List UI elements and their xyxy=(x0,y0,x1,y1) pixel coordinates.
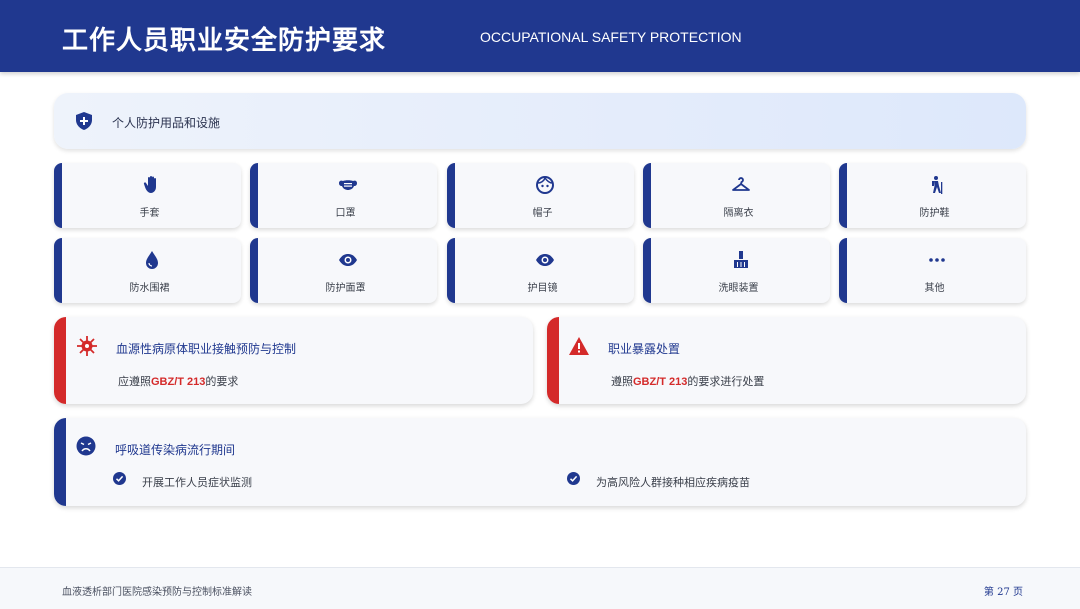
card-accent xyxy=(547,317,559,404)
header-bar: 工作人员职业安全防护要求 OCCUPATIONAL SAFETY PROTECT… xyxy=(0,0,1080,72)
hand-icon xyxy=(143,176,156,193)
tile-label: 帽子 xyxy=(532,208,553,219)
ppe-tile-goggles: 护目镜 xyxy=(447,238,634,303)
ppe-tile-face-shield: 防护面罩 xyxy=(250,238,437,303)
page-subtitle: OCCUPATIONAL SAFETY PROTECTION xyxy=(480,29,742,45)
ppe-tile-mask: 口罩 xyxy=(250,163,437,228)
ppe-tile-other: 其他 xyxy=(839,238,1026,303)
tile-label: 隔离衣 xyxy=(723,208,754,219)
exposure-title: 职业暴露处置 xyxy=(608,342,681,356)
tile-label: 口罩 xyxy=(335,208,356,219)
exposure-card: 职业暴露处置 遵照GBZ/T 213的要求进行处置 xyxy=(547,317,1026,404)
shield-plus-icon xyxy=(76,112,92,130)
ppe-section-title: 个人防护用品和设施 xyxy=(112,116,221,130)
tile-label: 防护面罩 xyxy=(325,283,366,294)
tile-label: 手套 xyxy=(139,208,160,219)
tile-label: 其他 xyxy=(924,283,945,294)
ppe-tile-shoes: 防护鞋 xyxy=(839,163,1026,228)
tile-label: 防水围裙 xyxy=(129,283,170,294)
sink-icon xyxy=(733,251,748,268)
respiratory-item: 开展工作人员症状监测 xyxy=(142,476,252,489)
footer-text: 血液透析部门医院感染预防与控制标准解读 xyxy=(62,587,252,598)
standard-code: GBZ/T 213 xyxy=(151,376,206,388)
water-drop-icon xyxy=(145,251,158,269)
virus-icon xyxy=(77,336,97,356)
respiratory-card: 呼吸道传染病流行期间 开展工作人员症状监测 为高风险人群接种相应疾病疫苗 xyxy=(54,418,1026,506)
card-accent xyxy=(54,317,66,404)
page-title: 工作人员职业安全防护要求 xyxy=(62,26,387,56)
respiratory-title: 呼吸道传染病流行期间 xyxy=(115,443,236,457)
page-number: 第 27 页 xyxy=(983,587,1023,598)
exposure-text: 遵照GBZ/T 213的要求进行处置 xyxy=(611,375,765,388)
respiratory-item: 为高风险人群接种相应疾病疫苗 xyxy=(596,476,750,489)
check-circle-icon xyxy=(113,472,126,485)
bloodborne-card: 血源性病原体职业接触预防与控制 应遵照GBZ/T 213的要求 xyxy=(54,317,533,404)
eye-icon xyxy=(535,254,554,266)
tile-label: 防护鞋 xyxy=(919,208,950,219)
bloodborne-title: 血源性病原体职业接触预防与控制 xyxy=(116,342,297,356)
standard-code: GBZ/T 213 xyxy=(633,376,688,388)
check-circle-icon xyxy=(567,472,580,485)
ppe-tile-apron: 防水围裙 xyxy=(54,238,241,303)
hanger-icon xyxy=(731,177,750,191)
sick-face-icon xyxy=(76,436,96,456)
hiking-icon xyxy=(931,176,942,194)
tile-label: 护目镜 xyxy=(527,283,558,294)
face-icon xyxy=(535,176,554,194)
ppe-tile-gown: 隔离衣 xyxy=(643,163,830,228)
ellipsis-icon xyxy=(928,258,945,262)
footer-bar: 血液透析部门医院感染预防与控制标准解读 第 27 页 xyxy=(0,567,1080,609)
card-accent xyxy=(54,418,66,506)
ppe-tile-gloves: 手套 xyxy=(54,163,241,228)
ppe-tile-cap: 帽子 xyxy=(447,163,634,228)
mask-icon xyxy=(338,180,357,190)
warning-icon xyxy=(569,337,589,355)
ppe-tile-eyewash: 洗眼装置 xyxy=(643,238,830,303)
tile-label: 洗眼装置 xyxy=(718,283,759,294)
bloodborne-text: 应遵照GBZ/T 213的要求 xyxy=(118,375,239,388)
eye-icon xyxy=(338,254,357,266)
ppe-section-header: 个人防护用品和设施 xyxy=(54,93,1026,149)
